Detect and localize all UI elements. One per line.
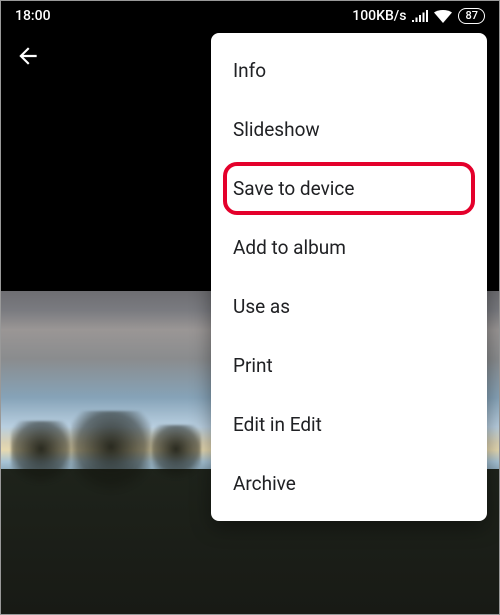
menu-item-info[interactable]: Info [211,41,487,100]
photo-tree [71,411,151,501]
photo-tree [11,421,71,491]
menu-item-label: Use as [233,295,290,318]
menu-item-label: Save to device [233,177,354,200]
menu-item-save-to-device[interactable]: Save to device [211,159,487,218]
wifi-icon [434,10,452,23]
battery-level: 87 [465,9,478,22]
photo-tree [151,425,201,485]
back-button[interactable] [15,43,41,69]
menu-item-label: Info [233,59,266,82]
menu-item-edit-in-edit[interactable]: Edit in Edit [211,395,487,454]
data-rate: 100KB/s [352,8,406,24]
status-right: 100KB/s 87 [352,8,485,24]
menu-item-label: Print [233,354,273,377]
menu-item-label: Edit in Edit [233,413,322,436]
menu-item-archive[interactable]: Archive [211,454,487,513]
menu-item-use-as[interactable]: Use as [211,277,487,336]
menu-item-label: Archive [233,472,296,495]
status-bar: 18:00 100KB/s 87 [1,1,499,31]
menu-item-slideshow[interactable]: Slideshow [211,100,487,159]
signal-icon [412,10,428,22]
status-time: 18:00 [15,8,51,24]
menu-item-label: Slideshow [233,118,320,141]
menu-item-print[interactable]: Print [211,336,487,395]
menu-item-add-to-album[interactable]: Add to album [211,218,487,277]
menu-item-label: Add to album [233,236,346,259]
overflow-menu: Info Slideshow Save to device Add to alb… [211,33,487,521]
battery-icon: 87 [458,8,485,24]
